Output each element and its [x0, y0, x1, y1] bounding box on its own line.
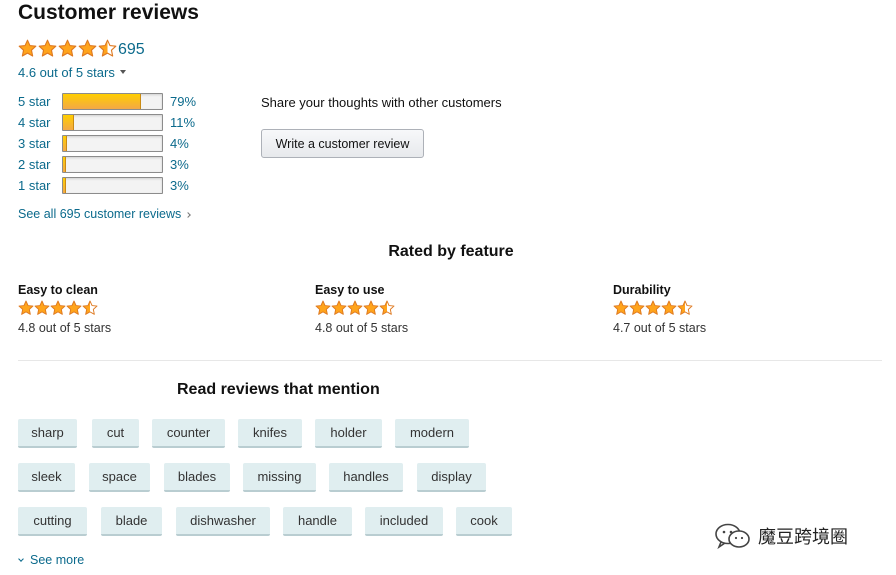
star-full-icon [331, 300, 347, 315]
histogram-percent: 3% [170, 178, 189, 193]
feature-rating-text: 4.8 out of 5 stars [18, 321, 112, 335]
feature-easy-to-use: Easy to use 4.8 out of 5 stars [315, 283, 408, 335]
mention-chip[interactable]: blades [164, 463, 230, 492]
mention-chip[interactable]: handles [329, 463, 403, 492]
star-full-icon [66, 300, 82, 315]
histogram-bar [62, 156, 163, 173]
rated-by-feature-heading: Rated by feature [388, 243, 514, 260]
caret-down-icon [119, 69, 126, 74]
section-divider [18, 360, 882, 361]
histogram-row-3-star[interactable]: 3 star 4% [18, 134, 248, 155]
histogram-percent: 4% [170, 136, 189, 151]
histogram-row-2-star[interactable]: 2 star 3% [18, 155, 248, 176]
histogram-label: 3 star [18, 136, 51, 151]
see-all-label: See all 695 customer reviews [18, 207, 182, 221]
mention-chip[interactable]: sleek [18, 463, 75, 492]
watermark-text: 魔豆跨境圈 [758, 527, 848, 548]
feature-easy-to-clean: Easy to clean 4.8 out of 5 stars [18, 283, 111, 335]
mention-chip[interactable]: included [365, 507, 443, 536]
star-half-icon [82, 300, 98, 315]
star-full-icon [645, 300, 661, 315]
star-full-icon [34, 300, 50, 315]
feature-name: Easy to clean [18, 283, 98, 297]
star-full-icon [18, 300, 34, 315]
histogram-bar-fill [63, 157, 66, 172]
mention-chip[interactable]: knifes [238, 419, 302, 448]
share-thoughts-text: Share your thoughts with other customers [261, 95, 502, 110]
wechat-icon [715, 523, 750, 550]
feature-rating-text: 4.8 out of 5 stars [315, 321, 409, 335]
histogram-bar [62, 177, 163, 194]
mention-chip[interactable]: sharp [18, 419, 77, 448]
mentions-heading: Read reviews that mention [177, 381, 380, 398]
mention-chip[interactable]: dishwasher [176, 507, 270, 536]
see-all-reviews-link[interactable]: See all 695 customer reviews [18, 207, 192, 221]
mention-chip[interactable]: cook [456, 507, 512, 536]
star-full-icon [78, 39, 97, 57]
histogram-percent: 11% [170, 115, 196, 130]
see-more-link[interactable]: See more [18, 553, 84, 567]
mention-chip[interactable]: cutting [18, 507, 87, 536]
mention-chip[interactable]: missing [243, 463, 316, 492]
histogram-bar-fill [63, 136, 67, 151]
star-full-icon [363, 300, 379, 315]
feature-rating-text: 4.7 out of 5 stars [613, 321, 707, 335]
see-more-label: See more [30, 553, 85, 567]
rating-popover-trigger[interactable]: 4.6 out of 5 stars [18, 65, 126, 80]
histogram-label: 1 star [18, 178, 51, 193]
histogram-bar-fill [63, 178, 66, 193]
write-review-button[interactable]: Write a customer review [261, 129, 424, 158]
histogram-label: 5 star [18, 94, 51, 109]
histogram-bar-fill [63, 115, 74, 130]
star-full-icon [613, 300, 629, 315]
feature-star-rating [613, 300, 706, 316]
mention-chip[interactable]: display [417, 463, 486, 492]
histogram-bar [62, 114, 163, 131]
overall-star-rating[interactable] [18, 39, 117, 58]
feature-name: Easy to use [315, 283, 385, 297]
feature-star-rating [315, 300, 408, 316]
mention-chip[interactable]: space [89, 463, 150, 492]
star-full-icon [629, 300, 645, 315]
histogram-label: 2 star [18, 157, 51, 172]
star-full-icon [347, 300, 363, 315]
histogram-row-5-star[interactable]: 5 star 79% [18, 92, 248, 113]
watermark: 魔豆跨境圈 [714, 522, 848, 550]
star-full-icon [50, 300, 66, 315]
mention-chip[interactable]: cut [92, 419, 139, 448]
star-full-icon [58, 39, 77, 57]
rating-text: 4.6 out of 5 stars [18, 65, 115, 80]
histogram-label: 4 star [18, 115, 51, 130]
star-full-icon [18, 39, 37, 57]
star-half-icon [677, 300, 693, 315]
feature-star-rating [18, 300, 111, 316]
star-half-icon [379, 300, 395, 315]
feature-name: Durability [613, 283, 671, 297]
chevron-down-icon [18, 556, 24, 562]
star-full-icon [315, 300, 331, 315]
histogram-percent: 3% [170, 157, 189, 172]
mention-chip[interactable]: modern [395, 419, 469, 448]
histogram-bar-fill [63, 94, 142, 109]
star-full-icon [38, 39, 57, 57]
star-full-icon [661, 300, 677, 315]
histogram-row-1-star[interactable]: 1 star 3% [18, 176, 248, 197]
page-title: Customer reviews [18, 1, 199, 24]
star-half-icon [98, 39, 117, 57]
feature-durability: Durability 4.7 out of 5 stars [613, 283, 706, 335]
mention-chip[interactable]: counter [152, 419, 225, 448]
histogram-bar [62, 93, 163, 110]
mention-chip[interactable]: blade [101, 507, 162, 536]
mention-chip[interactable]: handle [283, 507, 352, 536]
chevron-right-icon [185, 212, 192, 218]
review-count-link[interactable]: 695 [118, 41, 145, 59]
histogram-percent: 79% [170, 94, 197, 109]
histogram-row-4-star[interactable]: 4 star 11% [18, 113, 248, 134]
mention-chip[interactable]: holder [315, 419, 382, 448]
histogram-bar [62, 135, 163, 152]
